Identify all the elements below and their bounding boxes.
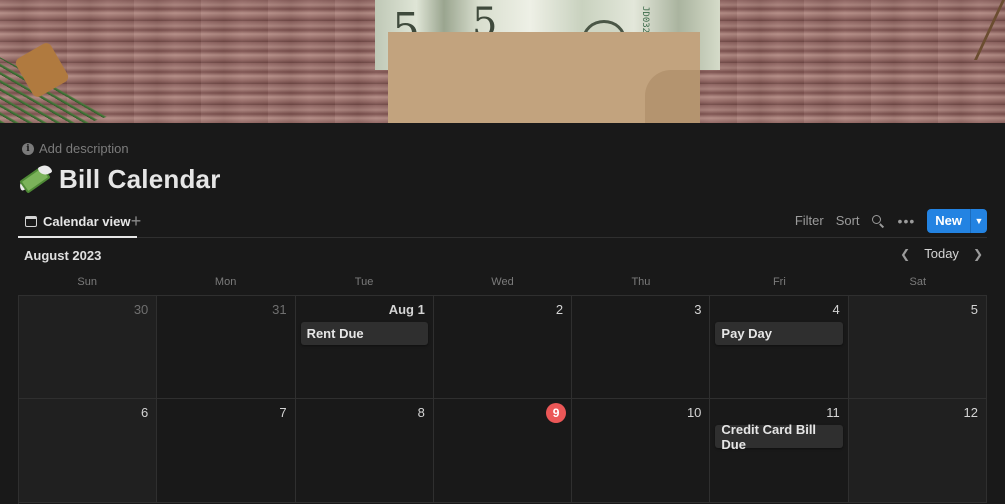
view-bar: Calendar view + Filter Sort ••• New ▼ (18, 207, 987, 238)
day-cell[interactable]: 31 (157, 296, 296, 399)
calendar-icon (25, 216, 37, 227)
weekday-label: Tue (354, 276, 374, 288)
money-with-wings-icon[interactable] (17, 162, 53, 195)
day-cell[interactable]: 12 (848, 399, 987, 503)
event-card[interactable]: Rent Due (300, 322, 428, 345)
day-number: 6 (141, 405, 149, 420)
weekday-label: Fri (772, 276, 786, 288)
day-cell[interactable]: 7 (157, 399, 296, 503)
day-number: 4 (832, 302, 840, 317)
weekday-label: Sat (909, 276, 927, 288)
day-cell[interactable]: 9 (433, 399, 573, 503)
chevron-left-icon[interactable]: ❮ (900, 247, 910, 261)
day-cell[interactable]: 6 (19, 399, 158, 503)
add-description-button[interactable]: i Add description (22, 141, 129, 156)
calendar-grid: 30 31 Aug 1 Rent Due 2 3 4 Pay Day 5 6 7… (18, 295, 987, 504)
weekday-label: Thu (631, 276, 651, 288)
day-number: 10 (686, 405, 702, 420)
view-toolbar: Filter Sort ••• New ▼ (795, 208, 987, 233)
add-view-button[interactable]: + (128, 211, 144, 232)
filter-button[interactable]: Filter (795, 213, 824, 228)
today-badge: 9 (546, 403, 567, 423)
day-cell[interactable]: 30 (19, 296, 158, 399)
day-number: 12 (963, 405, 978, 420)
page-header: Bill Calendar (17, 162, 221, 195)
event-card[interactable]: Credit Card Bill Due (715, 422, 843, 452)
weekday-label: Mon (214, 276, 237, 288)
cover-image[interactable]: 5 5 JD0325095 (0, 0, 1005, 123)
event-card[interactable]: Pay Day (715, 322, 843, 345)
day-cell[interactable]: 2 (433, 296, 573, 399)
day-number: 30 (133, 302, 149, 317)
day-number: 3 (694, 302, 702, 317)
day-cell[interactable]: 11 Credit Card Bill Due (710, 399, 849, 503)
day-number: 7 (279, 405, 287, 420)
tab-label: Calendar view (43, 214, 131, 229)
today-button[interactable]: Today (924, 246, 959, 261)
day-cell[interactable]: 4 Pay Day (710, 296, 849, 399)
weekday-label: Wed (491, 276, 514, 288)
day-cell[interactable]: Aug 1 Rent Due (295, 296, 434, 399)
tab-calendar-view[interactable]: Calendar view (18, 207, 138, 238)
day-number: Aug 1 (388, 302, 425, 317)
add-description-label: Add description (39, 141, 129, 156)
day-cell[interactable]: 3 (572, 296, 711, 399)
day-cell[interactable]: 5 (848, 296, 987, 399)
weekday-header: Sun Mon Tue Wed Thu Fri Sat (18, 276, 987, 288)
day-number: 2 (555, 302, 564, 317)
page-title[interactable]: Bill Calendar (59, 164, 221, 195)
info-icon: i (22, 142, 34, 155)
weekday-label: Sun (77, 276, 97, 288)
day-cell[interactable]: 8 (295, 399, 434, 503)
day-number: 11 (826, 405, 840, 420)
more-icon[interactable]: ••• (898, 213, 916, 229)
search-icon[interactable] (870, 213, 886, 229)
sort-button[interactable]: Sort (836, 213, 860, 228)
calendar-nav: ❮ Today ❯ (900, 246, 983, 261)
day-number: 8 (417, 405, 425, 420)
chevron-down-icon[interactable]: ▼ (970, 208, 987, 233)
day-cell[interactable]: 10 (572, 399, 711, 503)
envelope-flap (645, 70, 700, 123)
month-label: August 2023 (24, 248, 102, 263)
day-number: 5 (970, 302, 978, 317)
chevron-right-icon[interactable]: ❯ (973, 247, 983, 261)
new-button-group: New ▼ (927, 208, 987, 233)
new-button[interactable]: New (927, 208, 970, 233)
day-number: 31 (272, 302, 287, 317)
